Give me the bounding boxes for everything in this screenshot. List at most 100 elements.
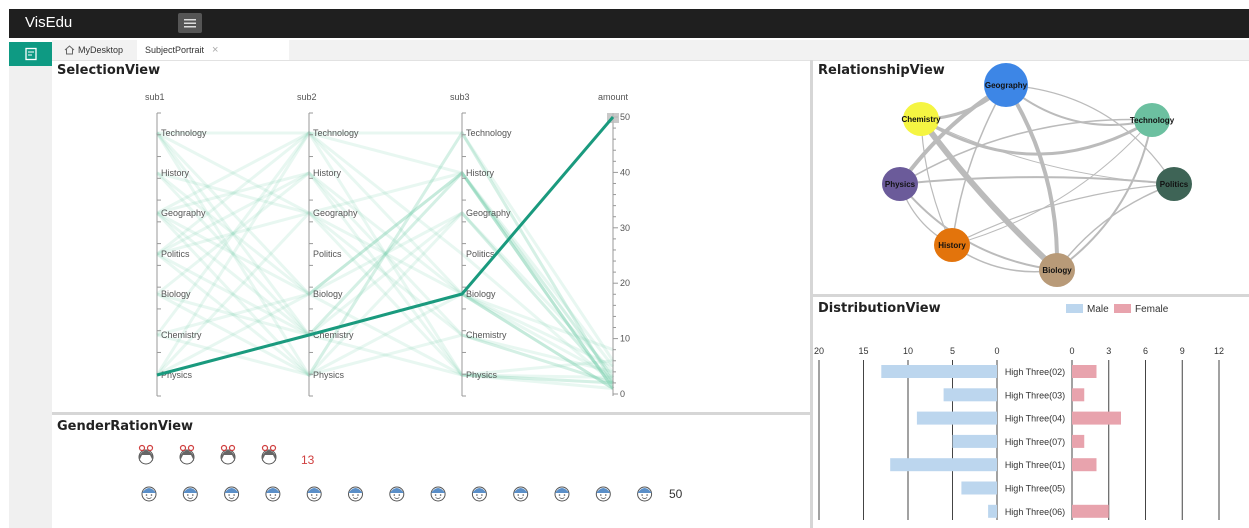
male-bar	[952, 434, 997, 448]
female-bow-icon	[179, 444, 187, 452]
node-label-history: History	[938, 241, 966, 250]
female-bar	[1072, 458, 1097, 472]
category-label: High Three(04)	[1005, 414, 1065, 424]
main-views: SelectionView sub1 sub2 sub3 amount Technolo…	[52, 60, 1249, 528]
female-bow-icon	[146, 444, 154, 452]
female-tick-label: 6	[1143, 346, 1148, 356]
axis-label-technology: Technology	[313, 128, 359, 138]
axis-header-amount: amount	[598, 92, 629, 102]
legend-male-label: Male	[1087, 304, 1109, 315]
node-label-technology: Technology	[1130, 116, 1175, 125]
relation-edge	[951, 119, 1153, 246]
male-eye-icon	[605, 494, 607, 496]
distribution-chart: 20 15 10 5 0 0 3 6 9 12 High Three(02) High Three(0…	[814, 346, 1224, 520]
legend-female-swatch	[1114, 304, 1131, 313]
male-eye-icon	[357, 494, 359, 496]
amount-tick-label: 30	[620, 223, 630, 233]
male-eye-icon	[145, 494, 148, 496]
axis-label-history: History	[466, 168, 495, 178]
male-eye-icon	[228, 494, 230, 496]
node-label-politics: Politics	[1160, 180, 1189, 189]
legend-female-label: Female	[1135, 304, 1169, 315]
female-tick-label: 12	[1214, 346, 1224, 356]
male-eye-icon	[393, 494, 396, 496]
axis-label-chemistry: Chemistry	[161, 330, 202, 340]
male-tick-label: 15	[858, 346, 868, 356]
axis-header-sub1: sub1	[145, 92, 165, 102]
gender-view-title: GenderRationView	[57, 419, 193, 434]
male-bar	[943, 388, 997, 402]
axis-label-geography: Geography	[313, 208, 358, 218]
female-bow-icon	[138, 444, 146, 452]
male-eye-icon	[315, 494, 318, 496]
category-label: High Three(05)	[1005, 484, 1065, 494]
selection-view-title: SelectionView	[57, 63, 160, 78]
category-label: High Three(03)	[1005, 390, 1065, 400]
amount-tick-label: 10	[620, 334, 630, 344]
male-tick-label: 5	[950, 346, 955, 356]
female-tick-label: 3	[1106, 346, 1111, 356]
amount-tick-label: 50	[620, 112, 630, 122]
male-eye-icon	[233, 494, 235, 496]
female-bow-icon	[228, 444, 236, 452]
category-label: High Three(06)	[1005, 507, 1065, 517]
male-tick-label: 0	[994, 346, 999, 356]
amount-tick-label: 0	[620, 389, 625, 399]
axis-label-physics: Physics	[313, 370, 345, 380]
female-bar	[1072, 388, 1085, 402]
relation-edge	[951, 183, 1175, 246]
male-eye-icon	[646, 494, 648, 496]
axis-label-politics: Politics	[313, 249, 342, 259]
node-label-geography: Geography	[985, 81, 1028, 90]
relationship-view-title: RelationshipView	[818, 63, 945, 78]
male-tick-label: 20	[814, 346, 824, 356]
female-bow-icon	[269, 444, 277, 452]
node-label-chemistry: Chemistry	[901, 115, 941, 124]
male-bar	[988, 504, 997, 518]
male-eye-icon	[600, 494, 602, 496]
male-eye-icon	[641, 494, 643, 496]
female-bow-icon	[187, 444, 195, 452]
male-eye-icon	[150, 494, 153, 496]
male-eye-icon	[476, 494, 478, 496]
female-bow-icon	[261, 444, 269, 452]
axis-label-technology: Technology	[466, 128, 512, 138]
male-tick-label: 10	[903, 346, 913, 356]
axis-label-biology: Biology	[313, 289, 343, 299]
female-bar	[1072, 411, 1121, 425]
male-eye-icon	[192, 494, 194, 496]
legend-male-swatch	[1066, 304, 1083, 313]
axis-label-politics: Politics	[466, 249, 495, 259]
male-eye-icon	[439, 494, 442, 496]
category-label: High Three(01)	[1005, 460, 1065, 470]
female-count: 13	[301, 453, 315, 467]
female-bar	[1072, 365, 1097, 378]
axis-label-physics: Physics	[466, 370, 498, 380]
category-label: High Three(07)	[1005, 437, 1065, 447]
male-eye-icon	[187, 494, 189, 496]
male-eye-icon	[481, 494, 483, 496]
male-eye-icon	[269, 494, 272, 496]
female-bar	[1072, 434, 1085, 448]
male-bar	[881, 365, 997, 378]
axis-label-biology: Biology	[161, 289, 191, 299]
male-eye-icon	[398, 494, 401, 496]
male-eye-icon	[517, 494, 519, 496]
node-label-physics: Physics	[885, 180, 916, 189]
female-bar	[1072, 504, 1109, 518]
male-eye-icon	[310, 494, 313, 496]
axis-label-technology: Technology	[161, 128, 207, 138]
pc-line	[156, 131, 615, 390]
pc-line	[155, 130, 614, 390]
female-tick-label: 9	[1180, 346, 1185, 356]
axis-label-history: History	[313, 168, 342, 178]
male-count: 50	[669, 487, 683, 501]
male-bar	[890, 458, 997, 472]
male-eye-icon	[434, 494, 437, 496]
axis-label-politics: Politics	[161, 249, 190, 259]
axis-label-history: History	[161, 168, 190, 178]
gender-icons	[138, 444, 653, 502]
axis-header-sub3: sub3	[450, 92, 470, 102]
node-label-biology: Biology	[1042, 266, 1072, 275]
axis-label-geography: Geography	[466, 208, 511, 218]
